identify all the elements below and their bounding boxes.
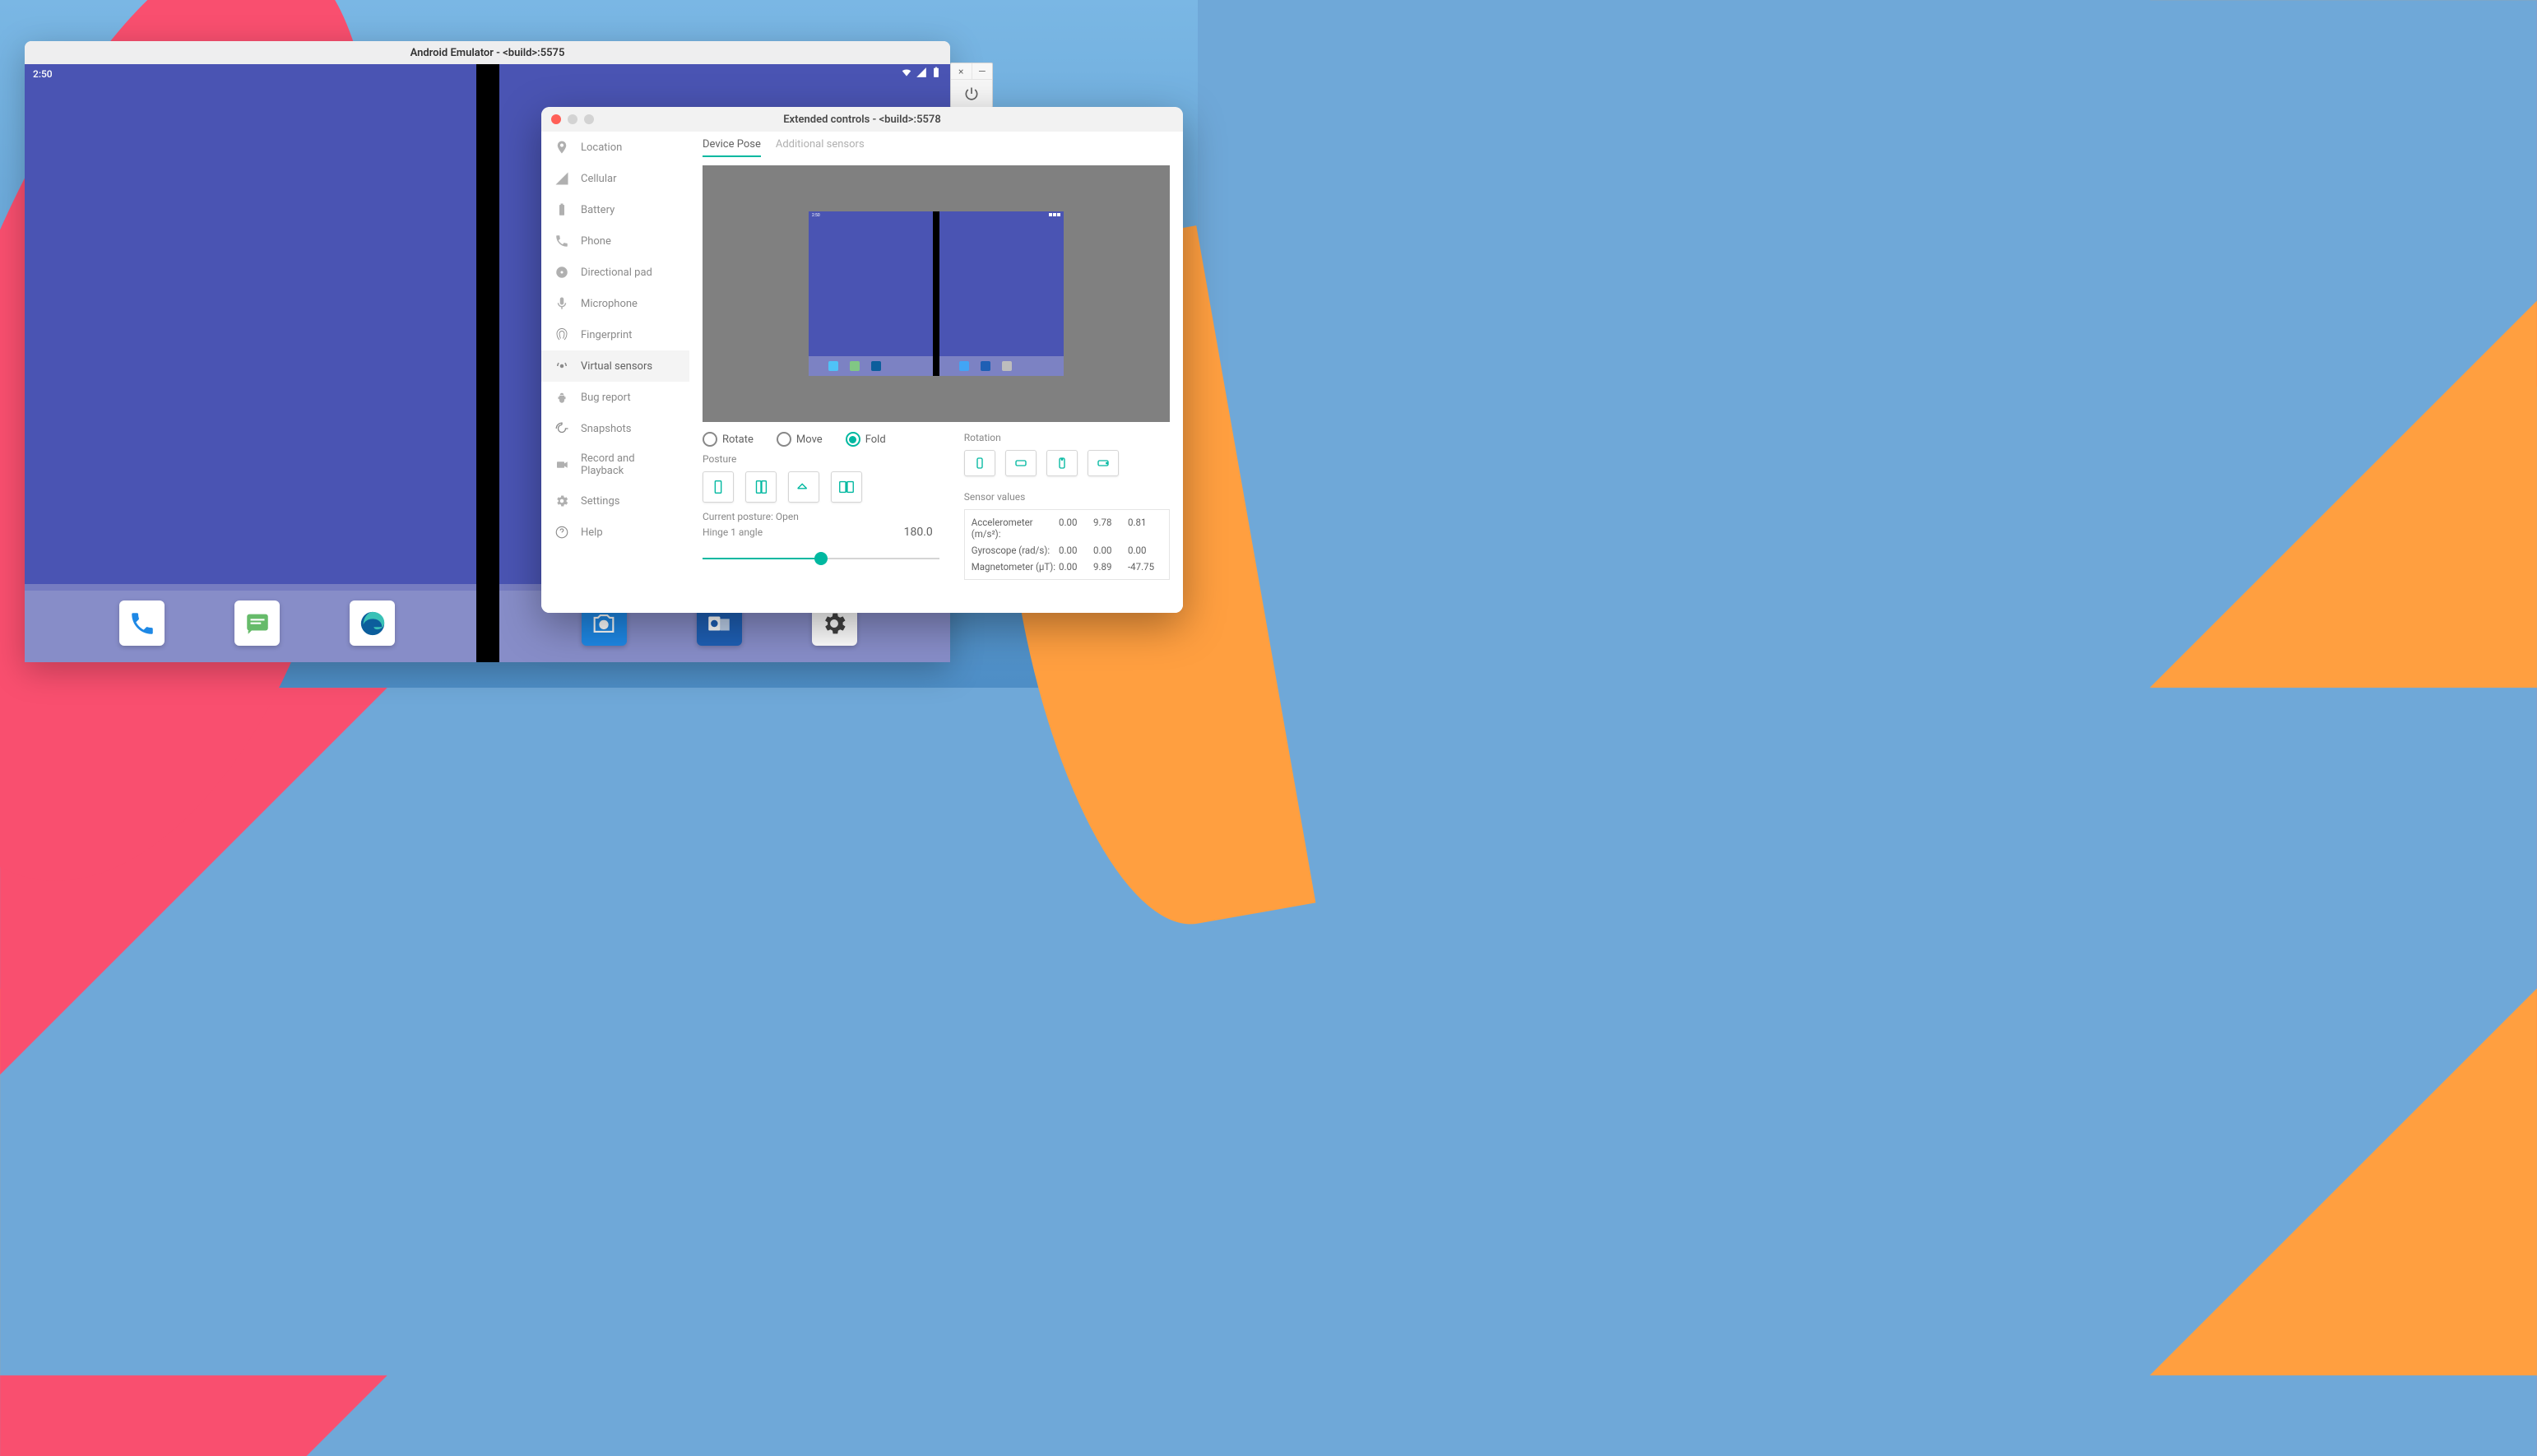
close-button[interactable]: × [951, 63, 972, 79]
tab-device-pose[interactable]: Device Pose [703, 138, 761, 157]
sidebar-item-sensors[interactable]: Virtual sensors [541, 350, 689, 382]
help-icon [554, 525, 569, 540]
mode-radios: Rotate Move Fold [703, 432, 939, 447]
current-posture: Current posture: Open [703, 511, 939, 522]
phone-icon [554, 234, 569, 248]
emulator-title: Android Emulator - <build>:5575 [410, 47, 565, 59]
battery-icon [930, 67, 942, 78]
hinge-label: Hinge 1 angle [703, 526, 763, 538]
sidebar-item-battery[interactable]: Battery [541, 194, 689, 225]
sidebar-item-cellular[interactable]: Cellular [541, 163, 689, 194]
rotation-portrait-button[interactable] [964, 450, 995, 476]
sidebar-item-bug[interactable]: Bug report [541, 382, 689, 413]
sidebar-item-label: Help [581, 526, 603, 539]
dock-left [25, 584, 476, 662]
sidebar-item-label: Settings [581, 495, 619, 508]
sidebar-item-mic[interactable]: Microphone [541, 288, 689, 319]
power-icon[interactable] [963, 86, 980, 102]
location-icon [554, 140, 569, 155]
posture-closed-button[interactable] [703, 471, 734, 503]
sidebar-item-label: Record and Playback [581, 452, 676, 477]
screen-left-half[interactable]: 2:50 [25, 64, 476, 662]
traffic-lights [551, 114, 594, 124]
dock-phone-icon[interactable] [119, 600, 165, 646]
rotation-buttons [964, 450, 1170, 476]
screen-hinge [476, 64, 499, 662]
mic-icon [554, 296, 569, 311]
rotation-label: Rotation [964, 432, 1170, 443]
bug-icon [554, 390, 569, 405]
extended-controls-window: Extended controls - <build>:5578 Locatio… [541, 107, 1183, 613]
sidebar-item-label: Bug report [581, 392, 631, 404]
sidebar-item-snapshot[interactable]: Snapshots [541, 413, 689, 444]
minimize-button[interactable]: — [972, 63, 993, 79]
emulator-side-toolbar: × — [950, 63, 993, 108]
ext-sidebar: Location Cellular Battery Phone Directional … [541, 132, 689, 613]
clock: 2:50 [33, 68, 53, 80]
emulator-titlebar[interactable]: Android Emulator - <build>:5575 [25, 41, 950, 64]
sidebar-item-label: Virtual sensors [581, 360, 652, 373]
hinge-slider[interactable] [703, 550, 939, 567]
posture-halfopen-button[interactable] [745, 471, 777, 503]
sidebar-item-label: Directional pad [581, 267, 652, 279]
sidebar-item-phone[interactable]: Phone [541, 225, 689, 257]
posture-book-button[interactable] [831, 471, 862, 503]
mode-radio-fold[interactable]: Fold [846, 432, 886, 447]
rotation-portrait-reverse-button[interactable] [1046, 450, 1078, 476]
close-traffic-light[interactable] [551, 114, 561, 124]
battery-icon [554, 202, 569, 217]
sensor-values-box: Accelerometer (m/s²):0.009.780.81 Gyrosco… [964, 509, 1170, 580]
statusbar-left: 2:50 [25, 64, 476, 84]
sidebar-item-label: Location [581, 141, 622, 154]
statusbar-right [499, 64, 951, 84]
sidebar-item-label: Fingerprint [581, 329, 632, 341]
sidebar-item-settings[interactable]: Settings [541, 485, 689, 517]
sidebar-item-fingerprint[interactable]: Fingerprint [541, 319, 689, 350]
sensor-row: Magnetometer (μT):0.009.89-47.75 [972, 561, 1162, 573]
tabs: Device Pose Additional sensors [703, 138, 1170, 157]
signal-icon [916, 67, 927, 78]
sidebar-item-label: Snapshots [581, 423, 632, 435]
rotation-landscape-left-button[interactable] [1005, 450, 1037, 476]
ext-title: Extended controls - <build>:5578 [783, 114, 941, 126]
mode-radio-rotate[interactable]: Rotate [703, 432, 754, 447]
device-preview[interactable]: 2:50 [703, 165, 1170, 422]
sidebar-item-help[interactable]: Help [541, 517, 689, 548]
snapshot-icon [554, 421, 569, 436]
sidebar-item-dpad[interactable]: Directional pad [541, 257, 689, 288]
mode-radio-move[interactable]: Move [777, 432, 823, 447]
rotation-landscape-right-button[interactable] [1088, 450, 1119, 476]
zoom-traffic-light[interactable] [584, 114, 594, 124]
sidebar-item-label: Phone [581, 235, 611, 248]
tab-additional-sensors[interactable]: Additional sensors [776, 138, 865, 157]
sidebar-item-location[interactable]: Location [541, 132, 689, 163]
sidebar-item-label: Microphone [581, 298, 638, 310]
settings-icon [554, 494, 569, 508]
sensors-icon [554, 359, 569, 373]
dock-messages-icon[interactable] [234, 600, 280, 646]
sidebar-item-label: Cellular [581, 173, 616, 185]
posture-tabletop-button[interactable] [788, 471, 819, 503]
sensor-values-label: Sensor values [964, 491, 1170, 503]
posture-label: Posture [703, 453, 939, 465]
hinge-slider-thumb[interactable] [814, 552, 828, 565]
wifi-icon [901, 67, 912, 78]
ext-content: Device Pose Additional sensors 2:50 Rotat… [689, 132, 1183, 613]
sidebar-item-record[interactable]: Record and Playback [541, 444, 689, 485]
hinge-value: 180.0 [904, 526, 933, 539]
sensor-row: Gyroscope (rad/s):0.000.000.00 [972, 545, 1162, 556]
record-icon [554, 457, 569, 472]
ext-titlebar[interactable]: Extended controls - <build>:5578 [541, 107, 1183, 132]
minimize-traffic-light[interactable] [568, 114, 577, 124]
dock-edge-icon[interactable] [350, 600, 395, 646]
sensor-row: Accelerometer (m/s²):0.009.780.81 [972, 517, 1162, 540]
fingerprint-icon [554, 327, 569, 342]
dpad-icon [554, 265, 569, 280]
posture-buttons [703, 471, 939, 503]
cellular-icon [554, 171, 569, 186]
sidebar-item-label: Battery [581, 204, 615, 216]
